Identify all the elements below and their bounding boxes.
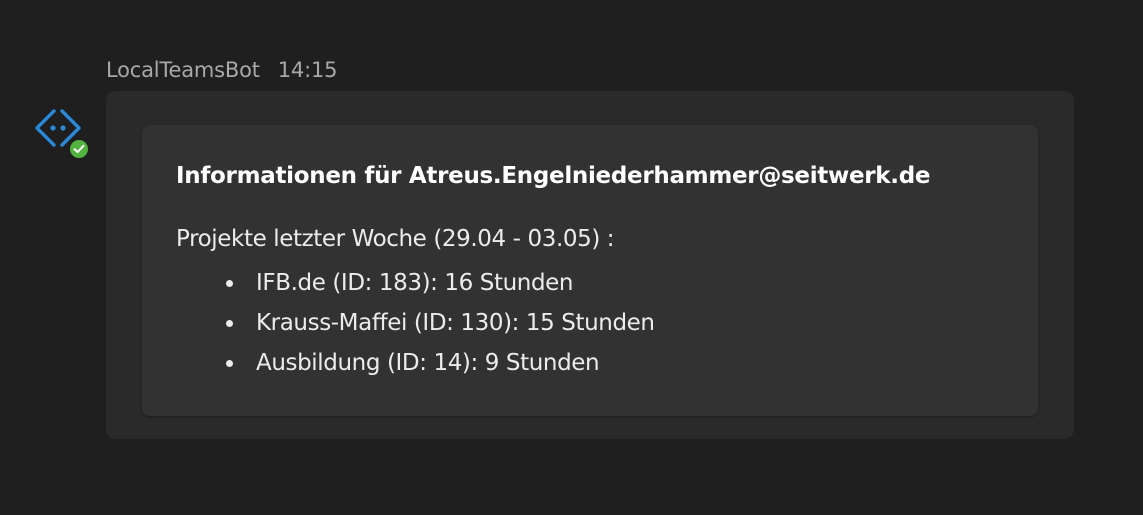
project-entry: Krauss-Maffei (ID: 130): 15 Stunden (256, 310, 655, 336)
card-subtitle: Projekte letzter Woche (29.04 - 03.05) : (176, 226, 615, 252)
sender-name[interactable]: LocalTeamsBot (106, 58, 260, 82)
list-item: IFB.de (ID: 183): 16 Stunden (222, 263, 655, 303)
card-title: Informationen für Atreus.Engelniederhamm… (176, 163, 931, 189)
message-bubble: Informationen für Atreus.Engelniederhamm… (106, 91, 1074, 439)
bullet-icon (226, 320, 233, 327)
project-entry: IFB.de (ID: 183): 16 Stunden (256, 270, 574, 296)
bullet-icon (226, 280, 233, 287)
list-item: Ausbildung (ID: 14): 9 Stunden (222, 343, 655, 383)
avatar[interactable] (34, 108, 92, 160)
status-available-icon (68, 138, 90, 160)
list-item: Krauss-Maffei (ID: 130): 15 Stunden (222, 303, 655, 343)
message-header: LocalTeamsBot 14:15 (106, 56, 337, 84)
message-timestamp: 14:15 (277, 58, 338, 82)
project-list: IFB.de (ID: 183): 16 Stunden Krauss-Maff… (222, 263, 655, 383)
project-entry: Ausbildung (ID: 14): 9 Stunden (256, 350, 600, 376)
bullet-icon (226, 360, 233, 367)
adaptive-card: Informationen für Atreus.Engelniederhamm… (142, 125, 1038, 416)
